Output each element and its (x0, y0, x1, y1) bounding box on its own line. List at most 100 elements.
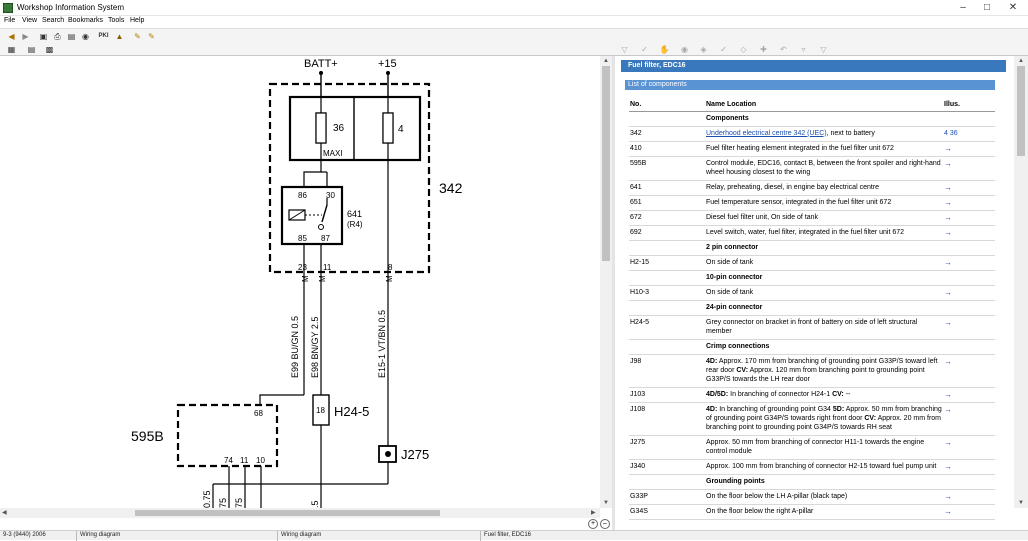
table-row[interactable]: H10-3 On side of tank → (629, 285, 995, 301)
status-model: 9-3 (9440) 2006 (3, 532, 46, 538)
table-row[interactable]: J340 Approx. 100 mm from branching of con… (629, 459, 995, 475)
pki-button[interactable]: PKI (98, 31, 109, 42)
menu-file[interactable]: File (4, 17, 15, 24)
list-scroll-down-icon[interactable]: ▼ (1018, 500, 1024, 506)
table-row[interactable]: J108 4D: In branching of grounding point … (629, 402, 995, 436)
illustration-arrow-icon[interactable]: → (943, 435, 995, 460)
drop-icon[interactable]: ◉ (679, 44, 690, 55)
supply-15-label: +15 (378, 58, 397, 70)
illustration-arrow-icon[interactable]: → (943, 459, 995, 475)
connector-icon[interactable]: ◈ (698, 44, 709, 55)
layout-icon[interactable]: ▩ (44, 44, 55, 55)
component-link[interactable]: Underhood electrical centre 342 (UEC) (706, 130, 827, 137)
group-label: 24-pin connector (705, 300, 943, 316)
illustration-links[interactable]: 4 36 (943, 126, 995, 142)
menu-tools[interactable]: Tools (108, 17, 124, 24)
table-row[interactable]: 672 Diesel fuel filter unit, On side of t… (629, 210, 995, 226)
menu-help[interactable]: Help (130, 17, 144, 24)
app-logo-icon (3, 3, 13, 13)
illustration-arrow-icon[interactable]: → (943, 210, 995, 226)
scroll-left-icon[interactable]: ◀ (2, 510, 7, 516)
move-icon[interactable]: ✚ (758, 44, 769, 55)
probe-icon[interactable]: ✓ (639, 44, 650, 55)
table-row[interactable]: G33P On the floor below the LH A-pillar (… (629, 489, 995, 505)
list-scroll-up-icon[interactable]: ▲ (1018, 58, 1024, 64)
table-row[interactable]: J103 4D/5D: In branching of connector H24… (629, 387, 995, 403)
table-row[interactable]: G34S On the floor below the right A-pilla… (629, 504, 995, 520)
table-group-row: 24-pin connector (629, 300, 995, 316)
list-vertical-scrollbar[interactable]: ▲ ▼ (1014, 56, 1028, 508)
maximize-icon[interactable]: □ (976, 1, 998, 15)
list-vertical-thumb[interactable] (1017, 66, 1025, 156)
section-header: List of components (625, 80, 995, 90)
zoom-out-icon[interactable]: – (600, 519, 610, 529)
split-icon[interactable]: ◇ (738, 44, 749, 55)
table-row[interactable]: H2-15 On side of tank → (629, 255, 995, 271)
illustration-arrow-icon[interactable]: → (943, 285, 995, 301)
hand-icon[interactable]: ✋ (659, 44, 670, 55)
table-row[interactable]: J275 Approx. 50 mm from branching of conn… (629, 435, 995, 460)
menu-search[interactable]: Search (42, 17, 64, 24)
close-icon[interactable]: ✕ (1002, 1, 1024, 15)
diagram-vertical-scrollbar[interactable]: ▲ ▼ (600, 56, 612, 508)
funnel-icon[interactable]: ▽ (619, 44, 630, 55)
diagram-horizontal-scrollbar[interactable]: ◀ ▶ (0, 508, 600, 518)
note-icon[interactable]: ✎ (146, 31, 157, 42)
scroll-down-icon[interactable]: ▼ (603, 500, 609, 506)
table-row[interactable]: 692 Level switch, water, fuel filter, int… (629, 225, 995, 241)
minimize-icon[interactable]: – (952, 1, 974, 15)
menu-view[interactable]: View (22, 17, 37, 24)
illustration-arrow-icon[interactable]: → (943, 255, 995, 271)
car-icon[interactable]: ▣ (38, 31, 49, 42)
group-label: Crimp connections (705, 339, 943, 355)
binoculars-icon[interactable]: ◉ (80, 31, 91, 42)
table-row[interactable]: 641 Relay, preheating, diesel, in engine … (629, 180, 995, 196)
illustration-arrow-icon[interactable]: → (943, 402, 995, 436)
table-group-row: Components (629, 111, 995, 127)
scroll-up-icon[interactable]: ▲ (603, 58, 609, 64)
table-row[interactable]: 651 Fuel temperature sensor, integrated i… (629, 195, 995, 211)
illustration-arrow-icon[interactable]: → (943, 387, 995, 403)
component-number: 641 (629, 180, 705, 196)
table-row[interactable]: H24-5 Grey connector on bracket in front … (629, 315, 995, 340)
diagram-vertical-thumb[interactable] (602, 66, 610, 261)
wire-icon[interactable]: ✓ (718, 44, 729, 55)
table-row[interactable]: 410 Fuel filter heating element integrate… (629, 141, 995, 157)
back-icon[interactable]: ◀ (6, 31, 17, 42)
component-location: Grey connector on bracket in front of ba… (705, 315, 943, 340)
pane-header: Fuel filter, EDC16 (621, 60, 1006, 72)
relay-label: 641 (347, 209, 362, 219)
book-icon[interactable]: ▤ (66, 31, 77, 42)
illustration-arrow-icon[interactable]: → (943, 354, 995, 388)
wiring-diagram[interactable]: BATT+ +15 342 36 4 MAXI 86 30 85 87 641 … (0, 56, 600, 508)
scroll-right-icon[interactable]: ▶ (591, 510, 596, 516)
illustration-arrow-icon[interactable]: → (943, 315, 995, 340)
group-label: Grounding points (705, 474, 943, 490)
window-icon[interactable]: ▤ (26, 44, 37, 55)
print-icon[interactable]: ⎙ (52, 31, 63, 42)
illustration-arrow-icon[interactable]: → (943, 195, 995, 211)
component-number: 595B (629, 156, 705, 181)
forward-icon[interactable]: ▶ (20, 31, 31, 42)
illustration-arrow-icon[interactable]: → (943, 489, 995, 505)
page-icon[interactable]: ▦ (6, 44, 17, 55)
undo-icon[interactable]: ↶ (778, 44, 789, 55)
pin-icon[interactable]: ▿ (798, 44, 809, 55)
diagram-horizontal-thumb[interactable] (135, 510, 440, 516)
lamp-icon[interactable]: ▲ (114, 31, 125, 42)
zoom-in-icon[interactable]: + (588, 519, 598, 529)
group-spacer (943, 270, 995, 286)
illustration-arrow-icon[interactable]: → (943, 504, 995, 520)
components-table: No. Name Location Illus. Components 342 Un… (629, 99, 995, 520)
pencil-icon[interactable]: ✎ (132, 31, 143, 42)
illustration-arrow-icon[interactable]: → (943, 180, 995, 196)
table-row[interactable]: 342 Underhood electrical centre 342 (UEC)… (629, 126, 995, 142)
menu-bookmarks[interactable]: Bookmarks (68, 17, 103, 24)
table-row[interactable]: 595B Control module, EDC16, contact B, be… (629, 156, 995, 181)
filter-icon[interactable]: ▽ (818, 44, 829, 55)
table-group-row: Crimp connections (629, 339, 995, 355)
table-row[interactable]: J98 4D: Approx. 170 mm from branching of … (629, 354, 995, 388)
illustration-arrow-icon[interactable]: → (943, 156, 995, 181)
illustration-arrow-icon[interactable]: → (943, 141, 995, 157)
illustration-arrow-icon[interactable]: → (943, 225, 995, 241)
